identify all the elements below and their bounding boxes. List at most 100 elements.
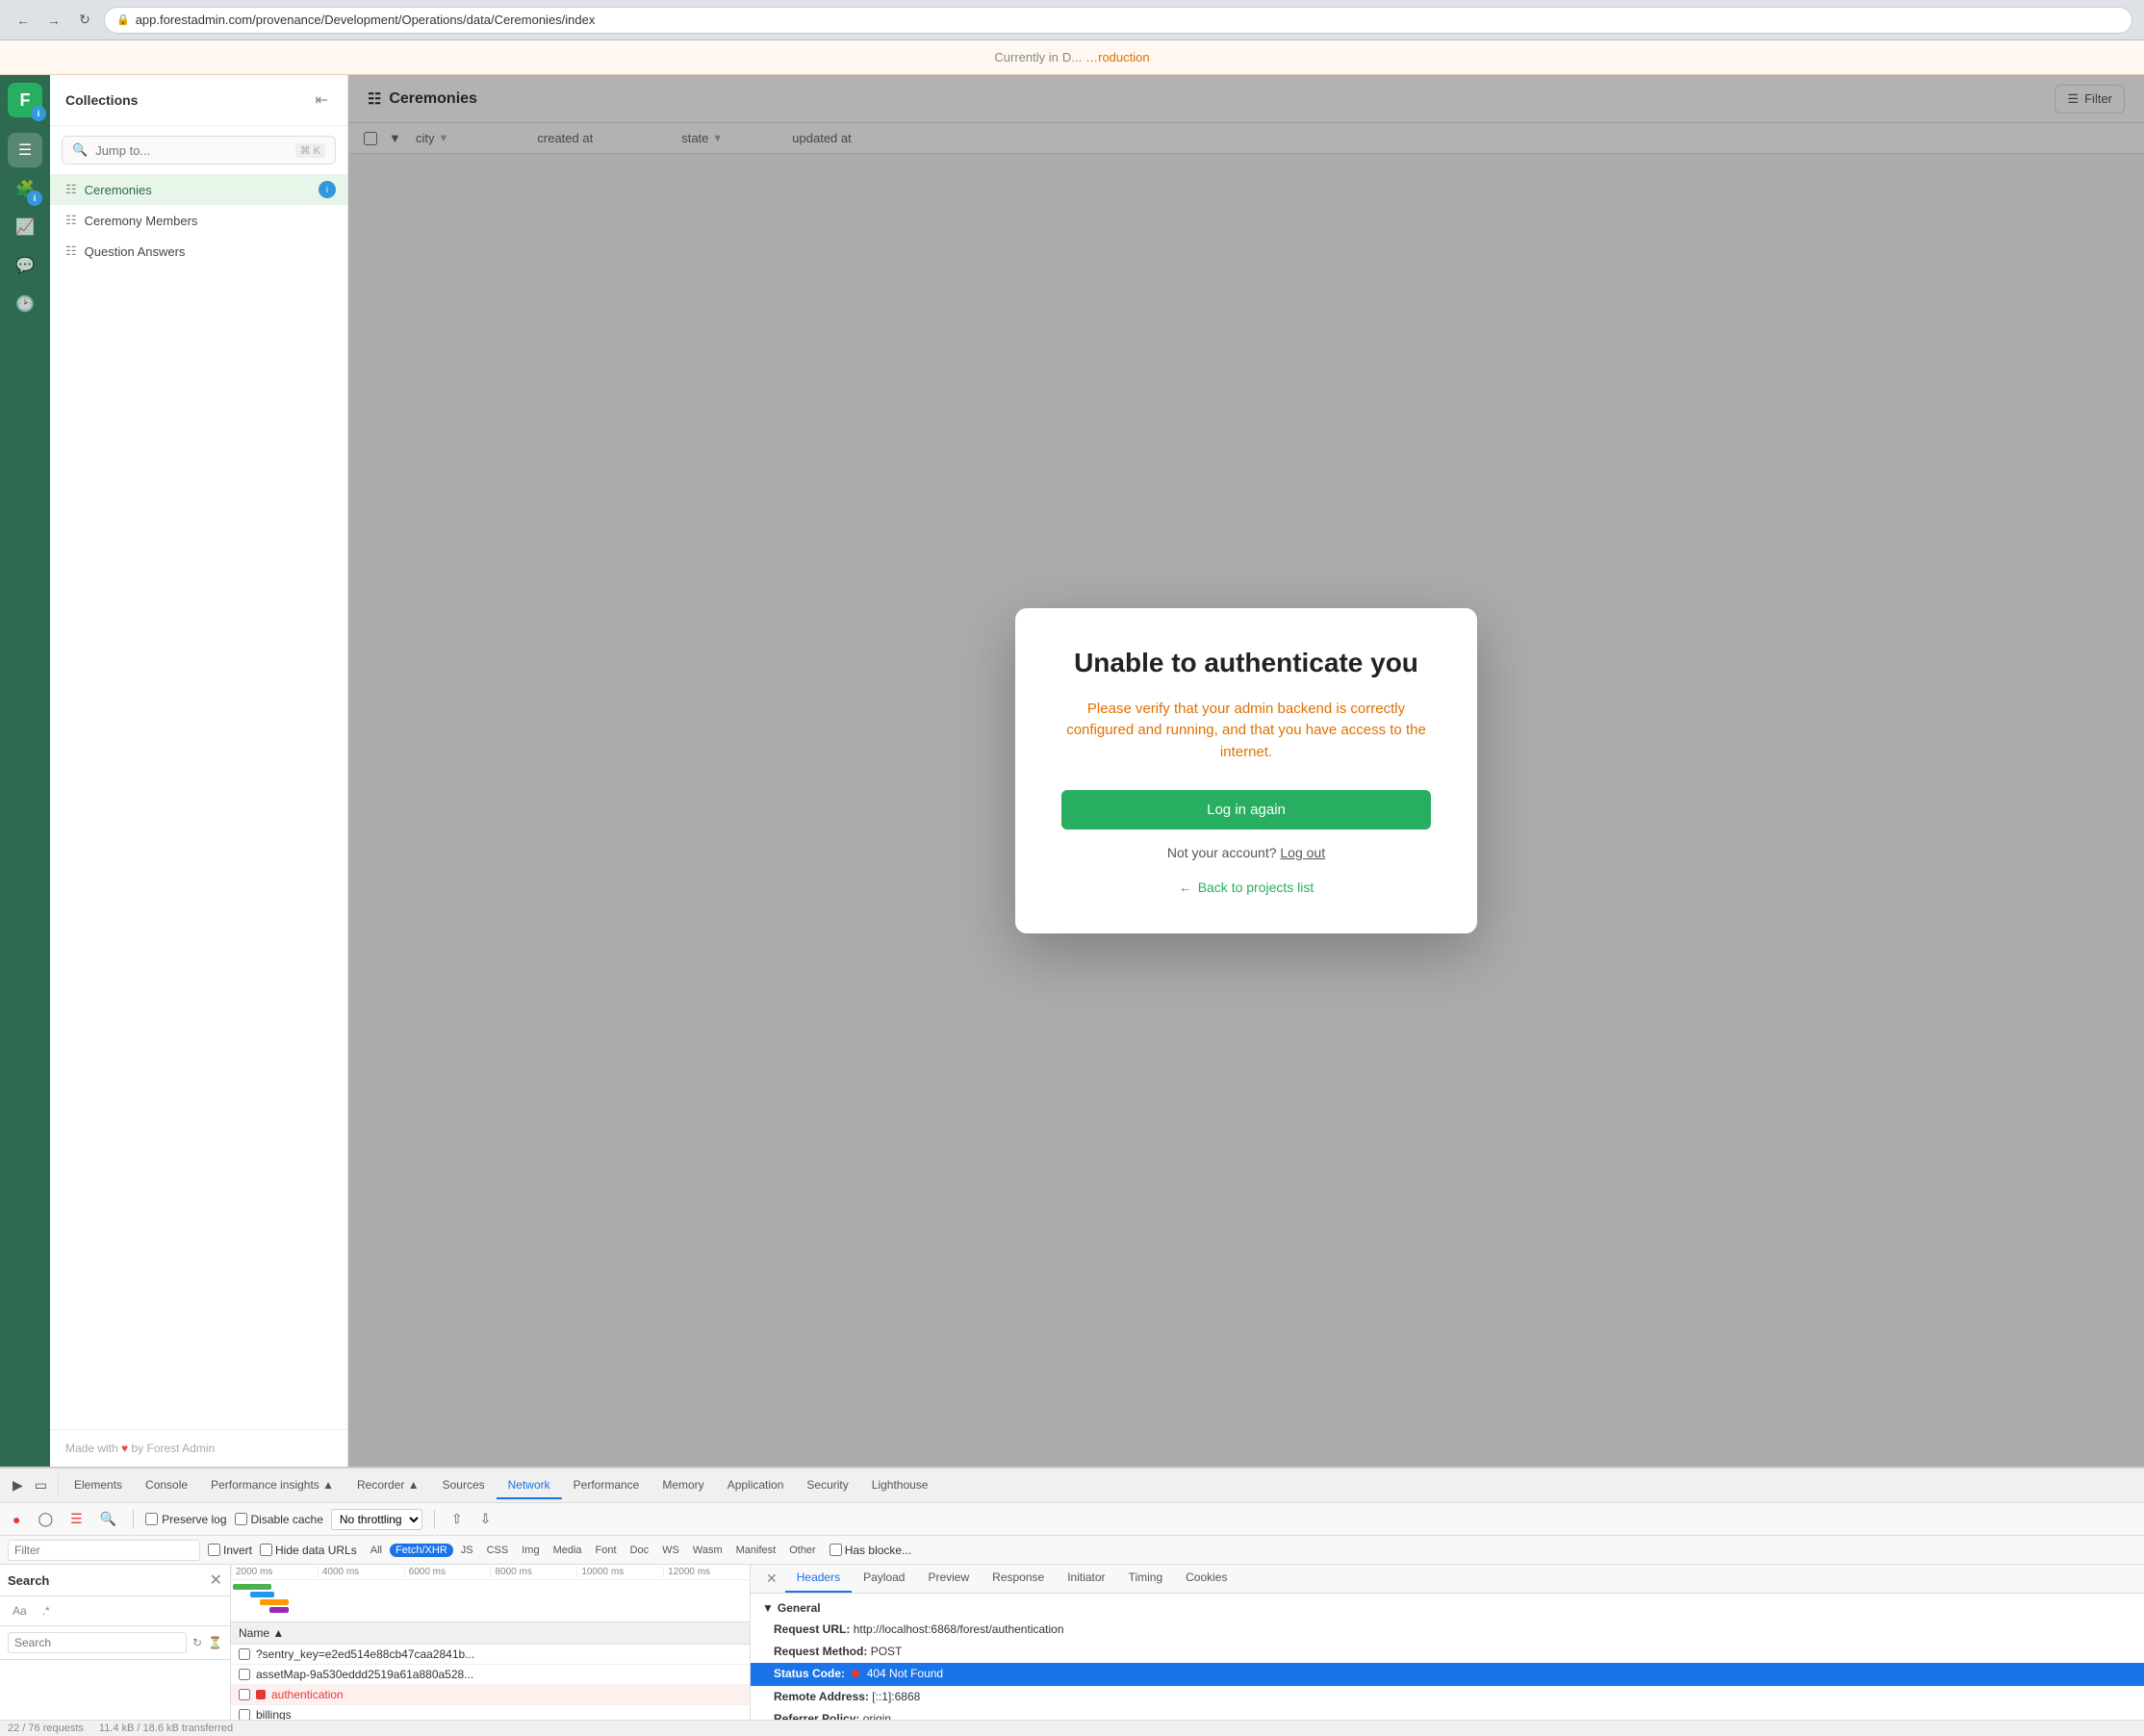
network-filter-input[interactable] — [8, 1540, 200, 1561]
ftype-other[interactable]: Other — [783, 1544, 822, 1557]
ftype-img[interactable]: Img — [516, 1544, 545, 1557]
tab-sources[interactable]: Sources — [431, 1472, 497, 1499]
back-to-projects-link[interactable]: ← Back to projects list — [1061, 880, 1431, 895]
search-shortcut: ⌘ K — [295, 143, 325, 158]
tab-performance[interactable]: Performance — [562, 1472, 651, 1499]
forward-button[interactable]: → — [42, 9, 65, 32]
status-code-row[interactable]: Status Code: 404 Not Found — [751, 1663, 2144, 1685]
ftype-ws[interactable]: WS — [656, 1544, 685, 1557]
tab-performance-insights[interactable]: Performance insights ▲ — [199, 1472, 345, 1499]
ftype-fetch-xhr[interactable]: Fetch/XHR — [390, 1544, 453, 1557]
modal-title: Unable to authenticate you — [1061, 647, 1431, 679]
search-panel-title: Search — [8, 1573, 49, 1588]
ftype-font[interactable]: Font — [590, 1544, 623, 1557]
details-tab-preview[interactable]: Preview — [916, 1565, 981, 1593]
tab-console[interactable]: Console — [134, 1472, 199, 1499]
ftype-all[interactable]: All — [365, 1544, 388, 1557]
req-checkbox[interactable] — [239, 1648, 250, 1660]
req-name: ?sentry_key=e2ed514e88cb47caa2841b... — [256, 1647, 742, 1661]
req-checkbox[interactable] — [239, 1709, 250, 1720]
ftype-doc[interactable]: Doc — [625, 1544, 655, 1557]
ftype-wasm[interactable]: Wasm — [687, 1544, 728, 1557]
devtools-device-icon[interactable]: ▭ — [30, 1474, 52, 1496]
details-tab-payload[interactable]: Payload — [852, 1565, 916, 1593]
logout-link[interactable]: Log out — [1280, 845, 1325, 860]
sidebar-item-ceremony-members[interactable]: ☷ Ceremony Members — [50, 205, 347, 236]
tab-recorder[interactable]: Recorder ▲ — [345, 1472, 431, 1499]
ftype-css[interactable]: CSS — [481, 1544, 515, 1557]
filter-toggle-button[interactable]: ☰ — [65, 1508, 88, 1530]
req-item-sentry[interactable]: ?sentry_key=e2ed514e88cb47caa2841b... — [231, 1645, 750, 1665]
clear-button[interactable]: ◯ — [33, 1508, 58, 1530]
search-panel-header: Search ✕ — [0, 1565, 230, 1596]
modal-not-account-text: Not your account? Log out — [1061, 845, 1431, 860]
invert-checkbox[interactable] — [208, 1544, 220, 1556]
nav-chart-icon[interactable]: 📈 — [8, 210, 42, 244]
timeline-bars — [231, 1580, 750, 1619]
address-bar[interactable]: 🔒 app.forestadmin.com/provenance/Develop… — [104, 7, 2132, 34]
general-section-title: ▼ General — [751, 1594, 2144, 1619]
search-close-button[interactable]: ✕ — [210, 1570, 222, 1590]
puzzle-badge: i — [27, 191, 42, 206]
timeline-bar-3 — [260, 1599, 289, 1605]
has-blocked-checkbox[interactable] — [830, 1544, 842, 1556]
tab-memory[interactable]: Memory — [651, 1472, 715, 1499]
sidebar-search-box[interactable]: 🔍 ⌘ K — [62, 136, 336, 165]
collection-icon-2: ☷ — [65, 213, 77, 228]
devtools-inspector-icon[interactable]: ▶ — [8, 1474, 28, 1496]
ftype-media[interactable]: Media — [548, 1544, 588, 1557]
details-tab-response[interactable]: Response — [981, 1565, 1056, 1593]
details-tab-timing[interactable]: Timing — [1117, 1565, 1175, 1593]
timeline-bar-4 — [269, 1607, 289, 1613]
nav-clock-icon[interactable]: 🕑 — [8, 287, 42, 321]
app-logo[interactable]: F i — [8, 83, 42, 117]
disable-cache-checkbox[interactable] — [235, 1513, 247, 1525]
req-item-authentication[interactable]: authentication — [231, 1685, 750, 1705]
search-button[interactable]: 🔍 — [95, 1508, 121, 1530]
tab-security[interactable]: Security — [795, 1472, 859, 1499]
preserve-log-checkbox[interactable] — [145, 1513, 158, 1525]
search-input-wrap: ↻ ⏳ — [0, 1626, 230, 1660]
search-input[interactable] — [8, 1632, 187, 1653]
back-button[interactable]: ← — [12, 9, 35, 32]
regex-button[interactable]: .* — [38, 1602, 55, 1620]
req-name: assetMap-9a530eddd2519a61a880a528... — [256, 1668, 742, 1681]
ftype-js[interactable]: JS — [455, 1544, 479, 1557]
tab-application[interactable]: Application — [716, 1472, 796, 1499]
sidebar-search-input[interactable] — [95, 143, 287, 158]
details-tab-headers[interactable]: Headers — [785, 1565, 852, 1593]
search-history-icon[interactable]: ⏳ — [208, 1636, 222, 1649]
throttle-select[interactable]: No throttling — [331, 1509, 422, 1530]
timeline-ruler: 2000 ms 4000 ms 6000 ms 8000 ms 10000 ms… — [231, 1565, 750, 1580]
production-link[interactable]: …roduction — [1085, 50, 1149, 64]
tab-elements[interactable]: Elements — [63, 1472, 134, 1499]
filter-row: Invert Hide data URLs All Fetch/XHR JS C… — [0, 1536, 2144, 1565]
back-arrow-icon: ← — [1179, 880, 1192, 895]
upload-icon[interactable]: ⇧ — [447, 1508, 468, 1530]
details-tab-cookies[interactable]: Cookies — [1174, 1565, 1238, 1593]
nav-chat-icon[interactable]: 💬 — [8, 248, 42, 283]
req-checkbox[interactable] — [239, 1689, 250, 1700]
hide-data-checkbox[interactable] — [260, 1544, 272, 1556]
req-item-assetmap[interactable]: assetMap-9a530eddd2519a61a880a528... — [231, 1665, 750, 1685]
ftype-manifest[interactable]: Manifest — [730, 1544, 782, 1557]
record-button[interactable]: ● — [8, 1509, 25, 1530]
case-sensitive-button[interactable]: Aa — [8, 1602, 32, 1620]
details-tab-initiator[interactable]: Initiator — [1056, 1565, 1116, 1593]
reload-button[interactable]: ↻ — [73, 9, 96, 32]
sidebar-item-ceremonies[interactable]: ☷ Ceremonies i — [50, 174, 347, 205]
search-refresh-icon[interactable]: ↻ — [192, 1636, 202, 1649]
collapse-button[interactable]: ⇤ — [312, 87, 332, 114]
details-close-button[interactable]: ✕ — [758, 1565, 785, 1593]
sidebar-item-label-2: Ceremony Members — [85, 214, 198, 228]
sidebar-item-question-answers[interactable]: ☷ Question Answers — [50, 236, 347, 267]
nav-list-icon[interactable]: ☰ — [8, 133, 42, 167]
req-checkbox[interactable] — [239, 1669, 250, 1680]
info-badge: i — [31, 106, 46, 121]
download-icon[interactable]: ⇩ — [475, 1508, 497, 1530]
top-banner: Currently in D... …roduction — [0, 40, 2144, 75]
req-item-billings[interactable]: billings — [231, 1705, 750, 1720]
login-again-button[interactable]: Log in again — [1061, 790, 1431, 830]
tab-lighthouse[interactable]: Lighthouse — [860, 1472, 940, 1499]
tab-network[interactable]: Network — [497, 1472, 562, 1499]
